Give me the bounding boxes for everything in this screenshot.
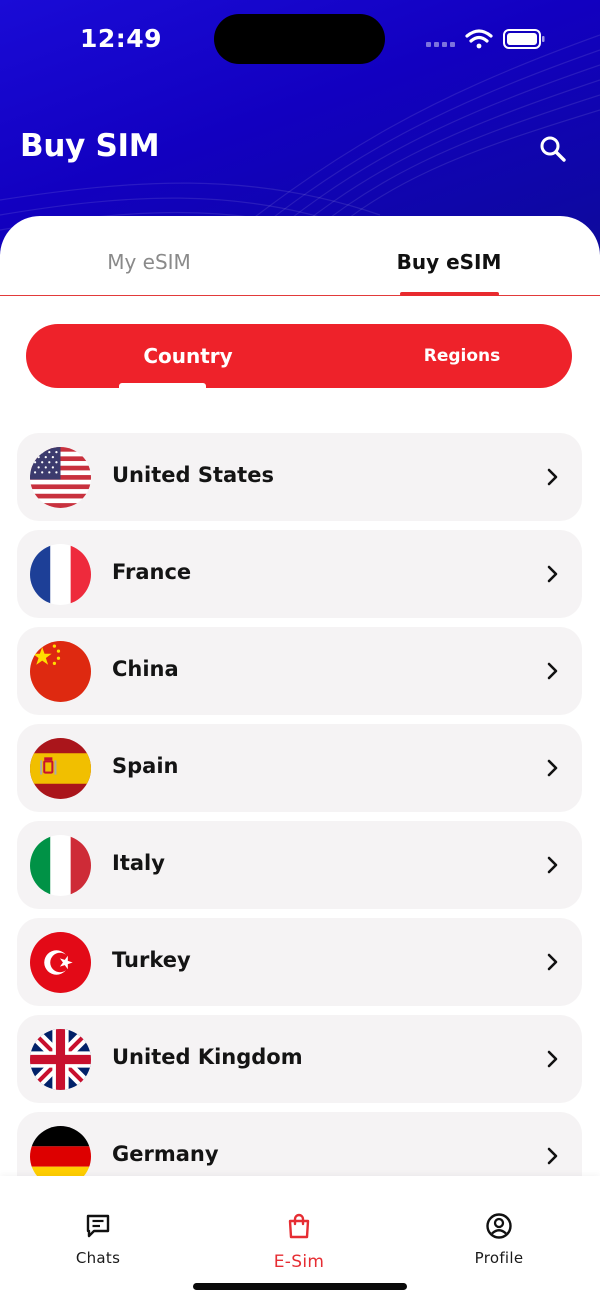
search-icon[interactable] [537,133,569,165]
content-sheet: My eSIM Buy eSIM Country Regions United … [0,216,600,1186]
nav-profile[interactable]: Profile [429,1176,569,1276]
country-row-china[interactable]: China [17,627,582,715]
chevron-right-icon [547,759,558,777]
country-name: China [112,657,179,681]
chevron-right-icon [547,662,558,680]
country-row-germany[interactable]: Germany [17,1112,582,1186]
nav-chats-label: Chats [75,1249,121,1267]
segment-active-indicator [119,383,206,388]
status-icons [426,29,545,49]
chevron-right-icon [547,953,558,971]
chat-icon [86,1214,110,1238]
chevron-right-icon [547,565,558,583]
profile-icon [486,1213,512,1239]
country-row-united-states[interactable]: United States [17,433,582,521]
bottom-navigation: Chats E-Sim Profile [0,1176,600,1298]
status-time: 12:49 [80,24,163,53]
turkey-flag-icon [30,932,91,993]
country-row-italy[interactable]: Italy [17,821,582,909]
country-row-turkey[interactable]: Turkey [17,918,582,1006]
nav-chats[interactable]: Chats [28,1176,168,1276]
country-row-spain[interactable]: Spain [17,724,582,812]
chevron-right-icon [547,1050,558,1068]
tab-buy-esim[interactable]: Buy eSIM [349,250,549,274]
home-indicator [193,1283,407,1290]
wifi-icon [465,29,493,49]
nav-esim-label: E-Sim [273,1252,325,1272]
spain-flag-icon [30,738,91,799]
active-tab-indicator [400,292,499,296]
country-name: Turkey [112,948,191,972]
country-name: United States [112,463,274,487]
page-title: Buy SIM [20,128,160,164]
dynamic-island [214,14,385,64]
italy-flag-icon [30,835,91,896]
country-row-united-kingdom[interactable]: United Kingdom [17,1015,582,1103]
signal-icon [426,42,455,47]
chevron-right-icon [547,468,558,486]
segment-country[interactable]: Country [88,344,288,368]
country-region-toggle: Country Regions [26,324,572,388]
shopping-bag-icon [288,1213,310,1239]
uk-flag-icon [30,1029,91,1090]
nav-profile-label: Profile [474,1249,524,1267]
country-name: Spain [112,754,179,778]
country-name: United Kingdom [112,1045,303,1069]
tab-bar: My eSIM Buy eSIM [0,216,600,296]
country-name: Italy [112,851,165,875]
chevron-right-icon [547,856,558,874]
battery-icon [503,29,545,49]
chevron-right-icon [547,1147,558,1165]
country-name: Germany [112,1142,219,1166]
tab-my-esim[interactable]: My eSIM [49,250,249,274]
country-name: France [112,560,192,584]
segment-regions[interactable]: Regions [362,346,562,366]
china-flag-icon [30,641,91,702]
france-flag-icon [30,544,91,605]
country-row-france[interactable]: France [17,530,582,618]
nav-esim[interactable]: E-Sim [229,1176,369,1276]
us-flag-icon [30,447,91,508]
